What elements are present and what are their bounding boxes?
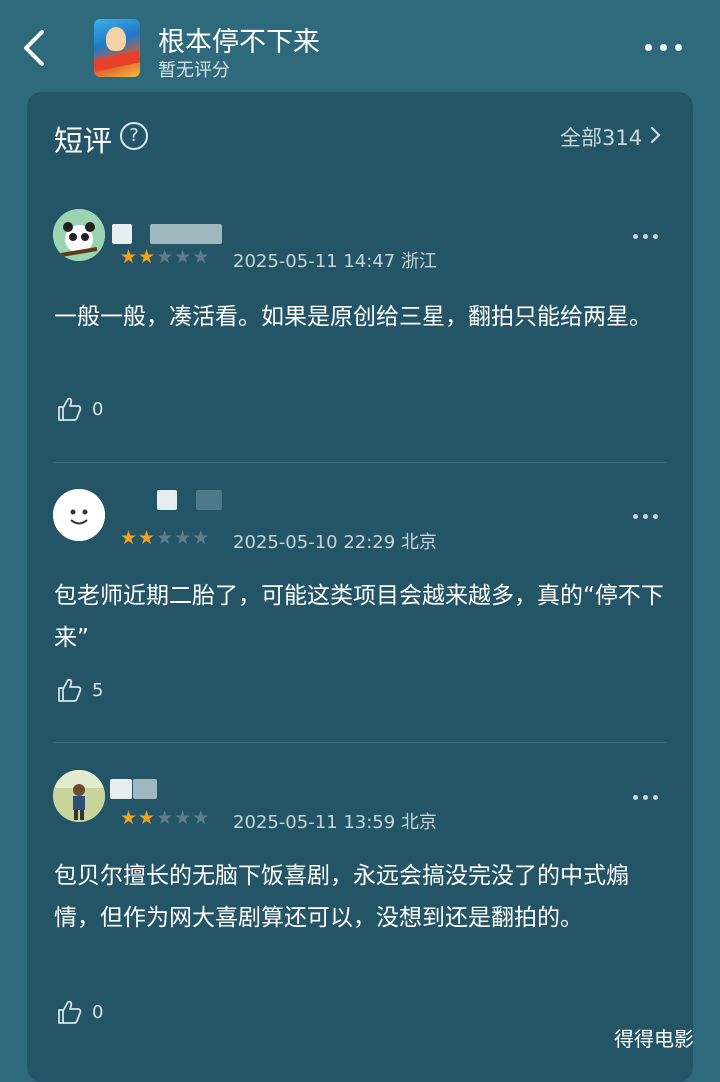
like-count: 0: [92, 399, 104, 420]
top-bar: 根本停不下来 暂无评分: [0, 0, 720, 92]
more-horizontal-icon[interactable]: [645, 41, 683, 53]
movie-poster[interactable]: [94, 19, 140, 77]
review-content: 包贝尔擅长的无脑下饭喜剧，永远会搞没完没了的中式煽情，但作为网大喜剧算还可以，没…: [54, 863, 629, 931]
like-count: 0: [92, 1002, 104, 1023]
avatar[interactable]: [53, 209, 105, 261]
review-date: 2025-05-11 14:47: [233, 251, 396, 272]
avatar[interactable]: [53, 489, 105, 541]
username-redacted: [196, 490, 222, 510]
chevron-right-icon[interactable]: [650, 126, 662, 144]
username-redacted: [133, 779, 157, 799]
avatar[interactable]: [53, 770, 105, 822]
chevron-left-icon[interactable]: [18, 28, 52, 68]
more-horizontal-icon[interactable]: [633, 513, 661, 521]
rating-stars: ★★★★★: [120, 807, 211, 829]
review-location: 浙江: [400, 251, 437, 272]
movie-rating-status: 暂无评分: [158, 60, 230, 81]
review-meta: 2025-05-10 22:29 北京: [233, 528, 437, 554]
username-redacted: [150, 224, 222, 244]
username-redacted: [112, 224, 132, 244]
like-count: 5: [92, 680, 104, 701]
review-content: 包老师近期二胎了，可能这类项目会越来越多，真的“停不下来”: [54, 583, 664, 651]
thumbs-up-icon[interactable]: [56, 999, 82, 1025]
username-redacted: [110, 779, 132, 799]
review-meta: 2025-05-11 13:59 北京: [233, 808, 437, 834]
review-date: 2025-05-10 22:29: [233, 532, 396, 553]
rating-stars: ★★★★★: [120, 246, 211, 268]
thumbs-up-icon[interactable]: [56, 396, 82, 422]
divider: [54, 462, 666, 463]
rating-stars: ★★★★★: [120, 527, 211, 549]
more-horizontal-icon[interactable]: [633, 233, 661, 241]
poster-figure: [106, 27, 126, 51]
review-date: 2025-05-11 13:59: [233, 812, 396, 833]
movie-title: 根本停不下来: [158, 27, 320, 58]
review-location: 北京: [400, 532, 437, 553]
poster-title-band: [94, 50, 140, 72]
watermark: 得得电影: [614, 1027, 694, 1051]
more-horizontal-icon[interactable]: [633, 794, 661, 802]
question-circle-icon[interactable]: ?: [120, 122, 148, 150]
section-title: 短评: [54, 124, 113, 158]
all-reviews-link[interactable]: 全部314: [560, 122, 642, 152]
username-redacted: [157, 490, 177, 510]
thumbs-up-icon[interactable]: [56, 677, 82, 703]
review-meta: 2025-05-11 14:47 浙江: [233, 247, 437, 273]
divider: [54, 742, 666, 743]
review-content: 一般一般，凑活看。如果是原创给三星，翻拍只能给两星。: [54, 304, 652, 330]
review-location: 北京: [400, 812, 437, 833]
